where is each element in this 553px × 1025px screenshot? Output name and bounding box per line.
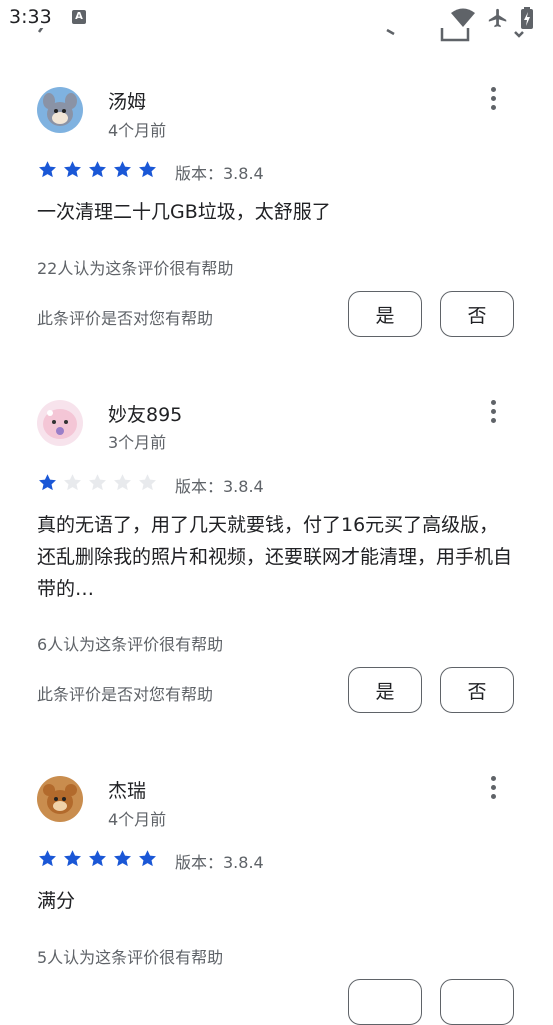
- review-text: 满分: [37, 890, 76, 912]
- star-empty-icon: [114, 474, 131, 491]
- helpful-count: 22人认为这条评价很有帮助: [37, 259, 234, 278]
- app-version: 版本：3.8.4: [175, 477, 264, 496]
- star-empty-icon: [89, 474, 106, 491]
- helpful-count: 5人认为这条评价很有帮助: [37, 948, 224, 967]
- reviewer-name: 妙友895: [108, 404, 183, 426]
- star-empty-icon: [64, 474, 81, 491]
- star-filled-icon: [39, 474, 56, 491]
- vote-yes-button[interactable]: [348, 979, 422, 1025]
- reviewer-name: 汤姆: [108, 91, 147, 113]
- vote-yes-button[interactable]: 是: [348, 667, 422, 713]
- star-filled-icon: [114, 161, 131, 178]
- star-filled-icon: [139, 161, 156, 178]
- review-date: 4个月前: [108, 810, 167, 829]
- vote-yes-button[interactable]: 是: [348, 291, 422, 337]
- avatar: [37, 400, 83, 446]
- review-text: 真的无语了，用了几天就要钱，付了16元买了高级版，还乱删除我的照片和视频，还要联…: [37, 514, 513, 600]
- star-filled-icon: [39, 161, 56, 178]
- more-options-button[interactable]: [478, 81, 508, 115]
- star-filled-icon: [39, 850, 56, 867]
- vote-no-button[interactable]: 否: [440, 291, 514, 337]
- more-options-button[interactable]: [478, 394, 508, 428]
- review-date: 4个月前: [108, 121, 167, 140]
- helpful-question: 此条评价是否对您有帮助: [37, 309, 214, 328]
- star-filled-icon: [89, 850, 106, 867]
- helpful-count: 6人认为这条评价很有帮助: [37, 635, 224, 654]
- star-rating: [38, 849, 157, 868]
- star-filled-icon: [139, 850, 156, 867]
- vote-no-button[interactable]: [440, 979, 514, 1025]
- star-filled-icon: [89, 161, 106, 178]
- star-empty-icon: [139, 474, 156, 491]
- star-filled-icon: [64, 161, 81, 178]
- review-text: 一次清理二十几GB垃圾，太舒服了: [37, 201, 331, 223]
- more-options-button[interactable]: [478, 770, 508, 804]
- helpful-question: 此条评价是否对您有帮助: [37, 685, 214, 704]
- app-version: 版本：3.8.4: [175, 853, 264, 872]
- star-filled-icon: [64, 850, 81, 867]
- star-rating: [38, 160, 157, 179]
- app-version: 版本：3.8.4: [175, 164, 264, 183]
- avatar: [37, 87, 83, 133]
- vote-no-button[interactable]: 否: [440, 667, 514, 713]
- reviewer-name: 杰瑞: [108, 780, 147, 802]
- avatar: [37, 776, 83, 822]
- star-filled-icon: [114, 850, 131, 867]
- review-date: 3个月前: [108, 433, 167, 452]
- star-rating: [38, 473, 157, 492]
